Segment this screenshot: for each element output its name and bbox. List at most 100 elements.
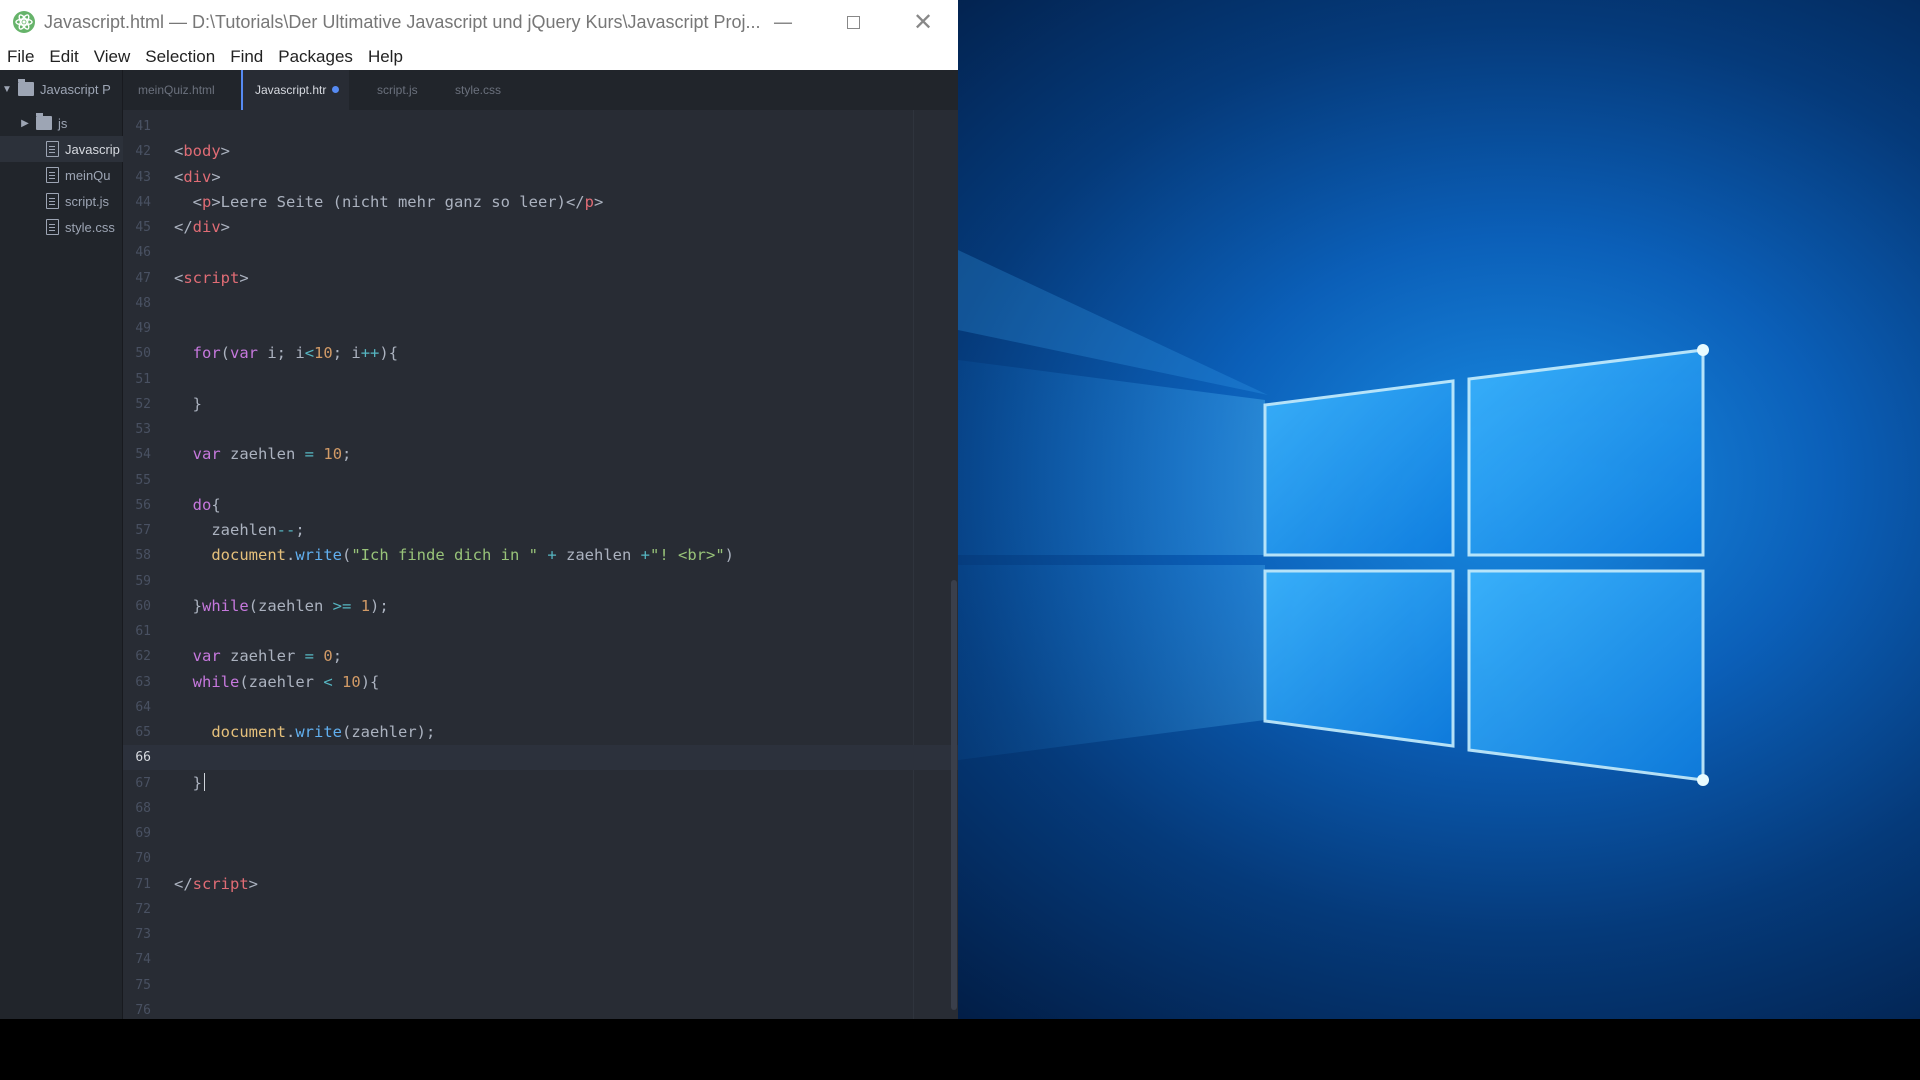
code-line[interactable]: 51 [123,367,958,392]
menu-file[interactable]: File [0,44,42,70]
line-number: 68 [135,800,151,816]
code-line[interactable]: 45 </div> [123,215,958,240]
code-line[interactable]: 61 [123,619,958,644]
menu-edit[interactable]: Edit [42,44,86,70]
code-text: document.write(zaehler); [174,720,435,745]
code-line[interactable]: 70 [123,846,958,871]
code-token: ); [370,596,389,615]
code-text: var zaehler = 0; [174,644,342,669]
tree-item-label: script.js [65,193,110,209]
code-line[interactable]: 69 [123,821,958,846]
code-line[interactable]: 54 var zaehlen = 10; [123,442,958,467]
menu-view[interactable]: View [87,44,139,70]
code-text: }while(zaehlen >= 1); [174,594,389,619]
line-number: 63 [135,674,151,690]
code-line[interactable]: 48 [123,291,958,316]
code-line[interactable]: 64 [123,695,958,720]
line-number: 73 [135,927,151,942]
code-token: p [584,192,594,211]
code-token: var [192,445,221,464]
code-line[interactable]: 65 document.write(zaehler); [123,720,958,745]
tree-root-project[interactable]: ▼ Javascript P [0,76,122,102]
atom-app-icon [13,11,35,33]
menu-packages[interactable]: Packages [271,44,361,70]
line-number: 64 [135,699,151,715]
line-number: 45 [135,220,151,235]
tree-folder-js[interactable]: ▶ js [0,110,140,136]
code-line[interactable]: 66 [123,745,958,771]
tab-script-js[interactable]: script.js [377,70,437,110]
line-number: 61 [135,624,151,639]
code-line[interactable]: 58 document.write("Ich finde dich in " +… [123,543,958,568]
tab-meinquiz-html[interactable]: meinQuiz.html [138,70,238,110]
vertical-scrollbar[interactable] [951,580,957,1010]
line-number: 66 [135,750,151,766]
tab-style-css[interactable]: style.css [455,70,525,110]
menu-selection[interactable]: Selection [138,44,223,70]
code-line[interactable]: 75 [123,973,958,998]
line-number: 44 [135,194,151,210]
tree-item-label: js [58,115,68,131]
line-number: 43 [135,169,151,185]
code-line[interactable]: 71 </script> [123,872,958,897]
code-line[interactable]: 53 [123,417,958,442]
code-line[interactable]: 43 <div> [123,165,958,190]
code-line[interactable]: 76 [123,998,958,1019]
code-token: = [304,647,315,666]
line-number: 67 [135,775,151,791]
desktop-wallpaper [958,0,1920,1019]
tree-item-label: meinQu [65,167,111,183]
code-editor[interactable]: 41 42 <body> 43 <div> 44 <p>Leere Seite (nich… [123,110,958,1019]
code-line[interactable]: 63 while(zaehler < 10){ [123,670,958,695]
code-token: ) [724,546,735,565]
code-line[interactable]: 59 [123,569,958,594]
line-number: 76 [135,1002,151,1018]
code-token: } [174,773,202,792]
code-line[interactable]: 50 for(var i; i<10; i++){ [123,341,958,366]
code-token: ; i [332,344,361,363]
code-line[interactable]: 46 [123,240,958,265]
menu-find[interactable]: Find [223,44,271,70]
code-line[interactable]: 44 <p>Leere Seite (nicht mehr ganz so le… [123,190,958,215]
code-text: </script> [174,872,258,897]
code-token: > [211,167,221,186]
code-line[interactable]: 73 [123,922,958,947]
code-line[interactable]: 47 <script> [123,266,958,291]
code-line[interactable]: 68 [123,796,958,821]
code-token: < [174,167,184,186]
tab-javascript-html[interactable]: Javascript.htr [241,70,349,110]
code-line[interactable]: 41 [123,114,958,139]
code-token: do [192,495,212,514]
code-line[interactable]: 60 }while(zaehlen >= 1); [123,594,958,619]
code-line[interactable]: 74 [123,947,958,972]
maximize-button[interactable] [818,0,888,44]
line-number: 53 [135,422,151,437]
menu-help[interactable]: Help [361,44,411,70]
code-line[interactable]: 67 } [123,771,958,796]
close-button[interactable]: ✕ [888,0,958,44]
code-token: + [640,546,651,565]
tab-bar: meinQuiz.html Javascript.htr script.js s… [123,70,958,110]
code-line[interactable]: 55 [123,468,958,493]
code-line[interactable]: 42 <body> [123,139,958,164]
code-line[interactable]: 72 [123,897,958,922]
close-icon: ✕ [912,8,934,36]
file-icon [46,167,59,183]
code-line[interactable]: 56 do{ [123,493,958,518]
window-title: Javascript.html — D:\Tutorials\Der Ultim… [44,11,761,32]
code-token: ( [220,344,231,363]
code-token: = [304,445,315,464]
code-token: body [183,142,221,161]
minimize-icon: — [773,10,793,34]
code-line[interactable]: 49 [123,316,958,341]
code-token: zaehlen [220,445,305,464]
minimize-button[interactable]: — [748,0,818,44]
title-bar[interactable]: Javascript.html — D:\Tutorials\Der Ultim… [0,0,958,44]
folder-icon [18,79,34,96]
code-line[interactable]: 52 } [123,392,958,417]
code-line[interactable]: 57 zaehlen--; [123,518,958,543]
code-line[interactable]: 62 var zaehler = 0; [123,644,958,669]
